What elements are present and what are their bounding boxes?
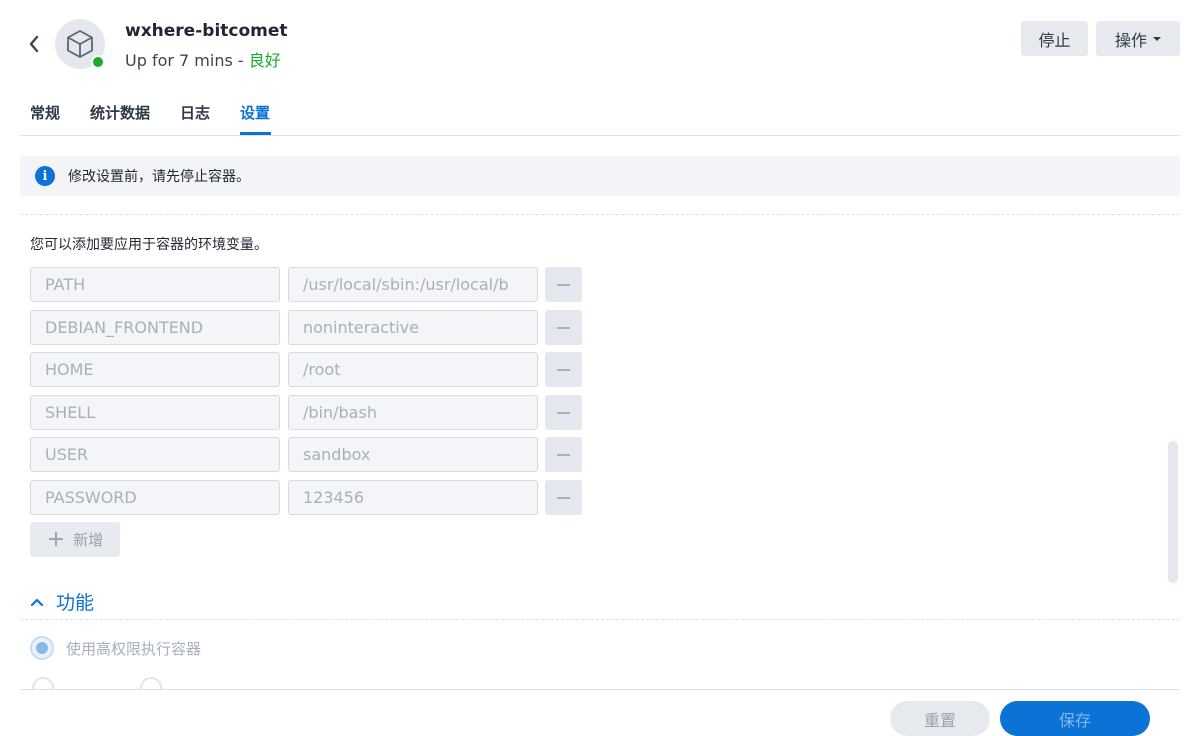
uptime-text: Up for 7 mins - <box>125 51 249 70</box>
env-value-field[interactable]: sandbox <box>288 437 538 472</box>
health-status: 良好 <box>248 51 281 70</box>
remove-env-button[interactable] <box>545 310 582 345</box>
radio-selected-dot <box>36 642 48 654</box>
env-key-field[interactable]: PATH <box>30 267 280 302</box>
env-value-field[interactable]: /usr/local/sbin:/usr/local/b <box>288 267 538 302</box>
notice-text: 修改设置前，请先停止容器。 <box>68 169 250 185</box>
reset-button[interactable]: 重置 <box>890 701 990 736</box>
caret-down-icon <box>1153 36 1161 41</box>
vertical-scrollbar[interactable] <box>1168 441 1178 583</box>
chevron-up-icon <box>30 598 44 606</box>
active-tab-indicator <box>240 132 271 135</box>
section-divider <box>20 619 1180 620</box>
remove-env-button[interactable] <box>545 352 582 387</box>
plus-icon: + <box>46 526 66 552</box>
tab-settings[interactable]: 设置 <box>240 102 270 123</box>
env-key-field[interactable]: DEBIAN_FRONTEND <box>30 310 280 345</box>
env-key-field[interactable]: SHELL <box>30 395 280 430</box>
stop-button[interactable]: 停止 <box>1021 21 1088 56</box>
chevron-left-icon <box>29 35 39 53</box>
privileged-radio[interactable] <box>30 636 54 660</box>
env-value-field[interactable]: 123456 <box>288 480 538 515</box>
remove-env-button[interactable] <box>545 395 582 430</box>
action-menu-button[interactable]: 操作 <box>1096 21 1180 56</box>
features-section-toggle[interactable]: 功能 <box>30 588 94 615</box>
running-status-dot <box>91 55 105 69</box>
add-env-label: 新增 <box>73 531 104 549</box>
action-menu-label: 操作 <box>1114 30 1147 50</box>
tab-bar: 常规 统计数据 日志 设置 <box>20 94 1180 136</box>
minus-icon <box>557 496 570 499</box>
env-value-field[interactable]: noninteractive <box>288 310 538 345</box>
tab-statistics[interactable]: 统计数据 <box>90 102 150 123</box>
env-key-field[interactable]: USER <box>30 437 280 472</box>
privileged-option[interactable]: 使用高权限执行容器 <box>30 636 201 660</box>
info-notice: i 修改设置前，请先停止容器。 <box>20 156 1180 196</box>
add-env-button[interactable]: + 新增 <box>30 522 120 557</box>
back-button[interactable] <box>24 30 44 58</box>
tab-logs[interactable]: 日志 <box>180 102 210 123</box>
minus-icon <box>557 411 570 414</box>
env-value-field[interactable]: /root <box>288 352 538 387</box>
env-key-field[interactable]: PASSWORD <box>30 480 280 515</box>
minus-icon <box>557 368 570 371</box>
env-description: 您可以添加要应用于容器的环境变量。 <box>30 237 268 253</box>
env-key-field[interactable]: HOME <box>30 352 280 387</box>
container-status: Up for 7 mins - 良好 <box>125 47 281 71</box>
env-value-field[interactable]: /bin/bash <box>288 395 538 430</box>
privileged-label: 使用高权限执行容器 <box>66 639 202 658</box>
section-divider <box>20 214 1180 215</box>
minus-icon <box>557 453 570 456</box>
remove-env-button[interactable] <box>545 267 582 302</box>
cube-icon <box>67 30 93 58</box>
info-icon: i <box>35 166 55 186</box>
remove-env-button[interactable] <box>545 480 582 515</box>
tab-general[interactable]: 常规 <box>30 102 60 123</box>
remove-env-button[interactable] <box>545 437 582 472</box>
features-title: 功能 <box>56 592 95 614</box>
minus-icon <box>557 326 570 329</box>
container-name: wxhere-bitcomet <box>125 21 288 41</box>
minus-icon <box>557 283 570 286</box>
save-button[interactable]: 保存 <box>1000 701 1150 736</box>
